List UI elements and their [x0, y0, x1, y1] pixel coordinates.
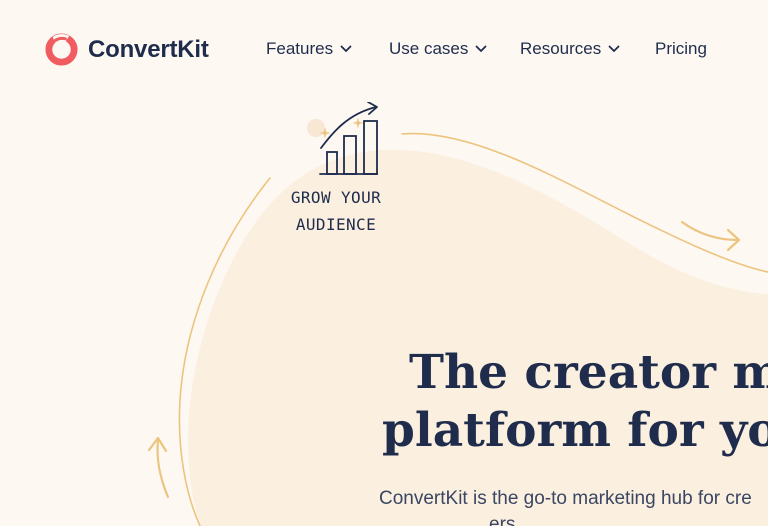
arrow-up-icon [147, 436, 170, 499]
nav-item-features[interactable]: Features [266, 38, 352, 60]
grow-audience-label: GROW YOUR AUDIENCE [280, 184, 392, 238]
nav-item-label: Features [266, 39, 334, 58]
brand-logo-link[interactable]: ConvertKit [44, 32, 209, 67]
chevron-down-icon [475, 45, 487, 52]
grow-label-line2: AUDIENCE [295, 215, 377, 234]
site-header: ConvertKit Features Use cases Resources … [0, 0, 768, 98]
brand-name: ConvertKit [88, 35, 209, 63]
nav-item-resources[interactable]: Resources [520, 38, 620, 60]
hero-blob-shape [188, 149, 768, 526]
grow-label-line1: GROW YOUR [290, 188, 382, 207]
grow-audience-illustration: GROW YOUR AUDIENCE [280, 102, 392, 238]
hero-title-line1: The creator mar [409, 345, 768, 400]
arrow-right-icon [680, 220, 741, 252]
chevron-down-icon [608, 45, 620, 52]
nav-item-label: Pricing [655, 39, 707, 58]
nav-item-label: Resources [520, 39, 602, 58]
page: ConvertKit Features Use cases Resources … [0, 0, 768, 526]
nav-item-use-cases[interactable]: Use cases [389, 38, 487, 60]
hero-subtitle-line1: ConvertKit is the go-to marketing hub fo… [379, 488, 752, 509]
hero-subtitle-line2: ers [489, 514, 516, 526]
chevron-down-icon [340, 45, 352, 52]
nav-item-label: Use cases [389, 39, 469, 58]
convertkit-logo-icon [45, 33, 78, 66]
growth-bar-chart-icon [307, 102, 378, 175]
nav-item-pricing[interactable]: Pricing [655, 38, 707, 60]
hero-subtitle: ConvertKit is the go-to marketing hub fo… [379, 486, 752, 526]
hero-title: The creator mar platform for your [382, 344, 768, 460]
hero-title-line2: platform for your [382, 403, 768, 458]
